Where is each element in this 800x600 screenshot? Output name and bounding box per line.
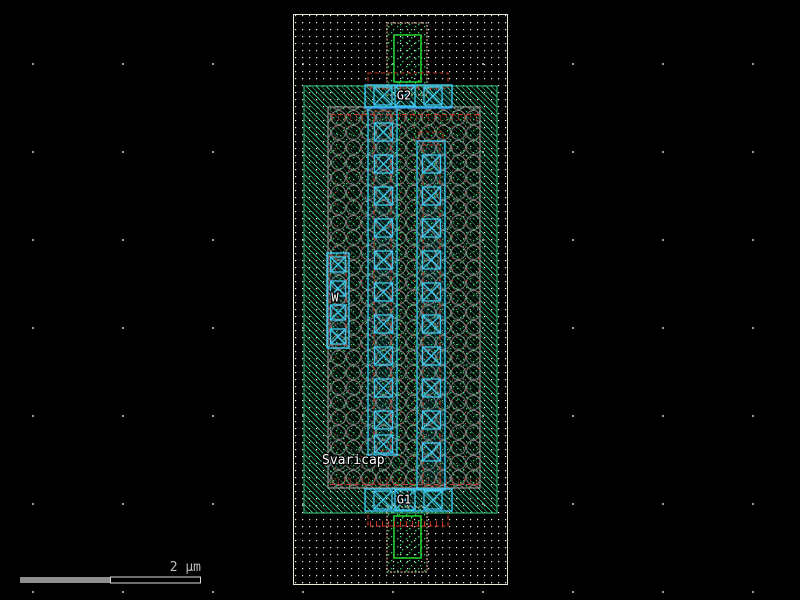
cell-name-label[interactable]: Svaricap bbox=[321, 452, 386, 470]
metal-fill-region[interactable] bbox=[327, 106, 481, 489]
layout-drawing[interactable]: G2 W G1 Svaricap 2 µm bbox=[0, 0, 800, 600]
layout-editor-canvas[interactable]: G2 W G1 Svaricap 2 µm bbox=[0, 0, 800, 600]
gate-poly-bottom-stub[interactable] bbox=[386, 506, 428, 573]
right-contact-column[interactable] bbox=[416, 131, 446, 491]
scale-bar-filled-half bbox=[20, 577, 110, 583]
scale-bar-open-half bbox=[110, 576, 201, 584]
left-contact-column[interactable] bbox=[367, 106, 398, 456]
pin-label-g2[interactable]: G2 bbox=[396, 87, 413, 104]
pin-label-g1[interactable]: G1 bbox=[396, 491, 413, 508]
pin-label-w[interactable]: W bbox=[330, 289, 341, 306]
scale-bar-label: 2 µm bbox=[170, 560, 201, 575]
